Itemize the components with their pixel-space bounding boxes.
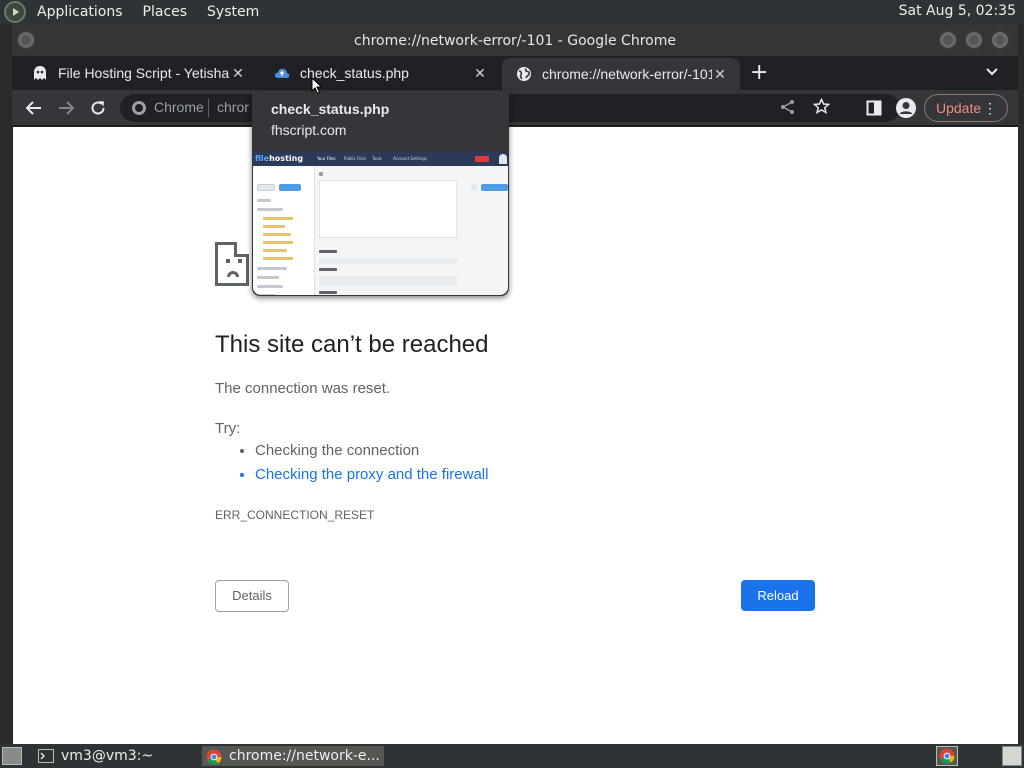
tab-title: check_status.php — [300, 65, 409, 81]
thumbnail-nav-item: Tools — [372, 156, 382, 161]
menu-applications[interactable]: Applications — [34, 4, 126, 20]
page-content: This site can’t be reached The connectio… — [13, 127, 1018, 744]
tab-yetishare[interactable]: File Hosting Script - Yetishare ✕ — [18, 58, 258, 88]
profile-avatar-icon[interactable] — [894, 96, 918, 120]
bottom-taskbar: vm3@vm3:~ chrome://network-e... — [0, 744, 1024, 768]
side-panel-icon[interactable] — [862, 96, 886, 120]
try-label: Try: — [215, 420, 241, 437]
chrome-icon — [206, 749, 222, 765]
cloud-upload-icon — [274, 65, 290, 81]
update-label: Update — [936, 100, 982, 116]
error-code: ERR_CONNECTION_RESET — [215, 508, 375, 522]
error-subtitle: The connection was reset. — [215, 380, 391, 397]
hover-card-title: check_status.php — [271, 101, 390, 117]
ghost-icon — [32, 65, 48, 81]
task-terminal[interactable]: vm3@vm3:~ — [38, 746, 153, 766]
reload-icon[interactable] — [86, 96, 110, 120]
share-icon[interactable] — [780, 99, 796, 119]
reload-button[interactable]: Reload — [741, 580, 815, 611]
thumbnail-navbar: filehosting Your Files Public Files Tool… — [253, 152, 508, 166]
new-tab-icon[interactable]: + — [750, 62, 768, 84]
error-title: This site can’t be reached — [215, 331, 489, 358]
workspace-switcher[interactable] — [1002, 746, 1022, 766]
tab-title: File Hosting Script - Yetishare — [58, 65, 230, 81]
hover-card-thumbnail: filehosting Your Files Public Files Tool… — [253, 152, 508, 295]
browser-window: chrome://network-error/-101 - Google Chr… — [12, 24, 1018, 744]
minimize-icon[interactable] — [938, 30, 958, 50]
tab-title: chrome://network-error/-101 — [542, 66, 712, 82]
site-chip: Chrome — [154, 99, 204, 115]
forward-arrow-icon[interactable] — [54, 96, 78, 120]
sad-page-icon — [215, 242, 249, 286]
terminal-icon — [38, 749, 54, 763]
window-menu-icon[interactable] — [16, 30, 36, 50]
update-button[interactable]: Update ⋮ — [924, 94, 1008, 122]
thumbnail-logo: filehosting — [255, 154, 304, 163]
menu-places[interactable]: Places — [140, 4, 191, 20]
details-button[interactable]: Details — [215, 580, 289, 612]
tab-close-icon[interactable]: ✕ — [712, 66, 728, 83]
thumbnail-nav-item: Public Files — [344, 156, 366, 161]
thumbnail-nav-item: Your Files — [317, 156, 336, 161]
thumbnail-sidebar — [253, 166, 315, 295]
tab-check-status[interactable]: check_status.php ✕ — [260, 58, 500, 88]
close-window-icon[interactable] — [990, 30, 1010, 50]
maximize-icon[interactable] — [964, 30, 984, 50]
tab-hover-card: check_status.php fhscript.com filehostin… — [252, 91, 509, 296]
suggestion-item: Checking the connection — [255, 443, 488, 459]
tab-close-icon[interactable]: ✕ — [472, 65, 488, 82]
tab-network-error[interactable]: chrome://network-error/-101 ✕ — [502, 58, 740, 90]
bookmark-star-icon[interactable] — [812, 97, 831, 119]
clock[interactable]: Sat Aug 5, 02:35 — [899, 3, 1016, 19]
mouse-pointer-icon — [311, 77, 323, 95]
suggestion-list: Checking the connection Checking the pro… — [255, 443, 488, 491]
globe-icon — [516, 66, 532, 82]
browser-toolbar: Chrome chror Update ⋮ — [12, 90, 1018, 126]
tray-chrome-icon[interactable] — [936, 746, 958, 766]
hover-card-domain: fhscript.com — [271, 122, 347, 138]
task-chrome[interactable]: chrome://network-e... — [202, 746, 384, 766]
task-label: vm3@vm3:~ — [61, 748, 154, 764]
suggestion-link-proxy-firewall[interactable]: Checking the proxy and the firewall — [255, 467, 488, 483]
url-text[interactable]: chror — [217, 99, 249, 115]
task-label: chrome://network-e... — [229, 748, 380, 764]
kebab-menu-icon[interactable]: ⋮ — [983, 95, 997, 121]
top-panel: Applications Places System Sat Aug 5, 02… — [0, 0, 1024, 24]
tab-close-icon[interactable]: ✕ — [230, 65, 246, 82]
tab-search-chevron-icon[interactable] — [986, 64, 998, 80]
tab-strip: File Hosting Script - Yetishare ✕ check_… — [12, 56, 1018, 90]
back-arrow-icon[interactable] — [22, 96, 46, 120]
show-desktop-icon[interactable] — [2, 747, 22, 765]
distro-logo-icon[interactable] — [4, 1, 26, 23]
address-bar[interactable]: Chrome chror — [120, 94, 900, 122]
window-title: chrome://network-error/-101 - Google Chr… — [354, 33, 676, 49]
chrome-logo-icon — [132, 101, 146, 115]
thumbnail-nav-item: Account Settings — [393, 156, 427, 161]
menu-system[interactable]: System — [204, 4, 262, 20]
window-titlebar[interactable]: chrome://network-error/-101 - Google Chr… — [12, 24, 1018, 56]
